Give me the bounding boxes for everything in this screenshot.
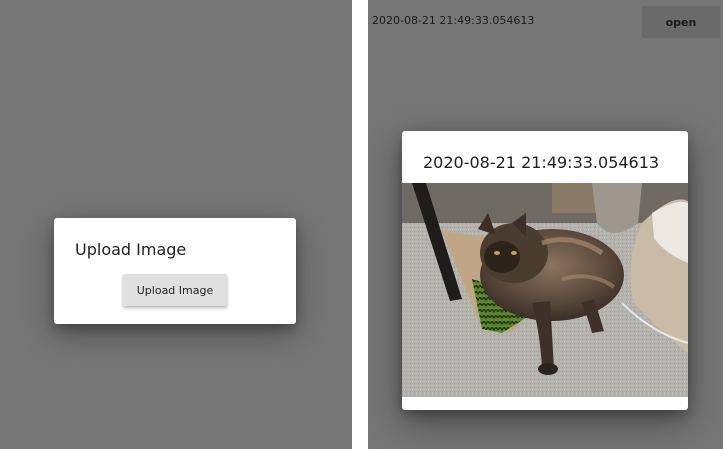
upload-image-button[interactable]: Upload Image — [123, 274, 227, 306]
header-timestamp: 2020-08-21 21:49:33.054613 — [372, 14, 535, 27]
image-dialog-title: 2020-08-21 21:49:33.054613 — [423, 153, 660, 172]
upload-dialog-title: Upload Image — [75, 240, 187, 259]
image-dialog: 2020-08-21 21:49:33.054613 — [402, 131, 688, 410]
screen-divider — [352, 0, 368, 449]
open-button[interactable]: open — [642, 6, 720, 38]
upload-dialog: Upload Image Upload Image — [54, 218, 296, 324]
cat-photo — [402, 183, 688, 397]
right-screen-backdrop: 2020-08-21 21:49:33.054613 open 2020-08-… — [368, 0, 723, 449]
left-screen-backdrop: Upload Image Upload Image — [0, 0, 352, 449]
